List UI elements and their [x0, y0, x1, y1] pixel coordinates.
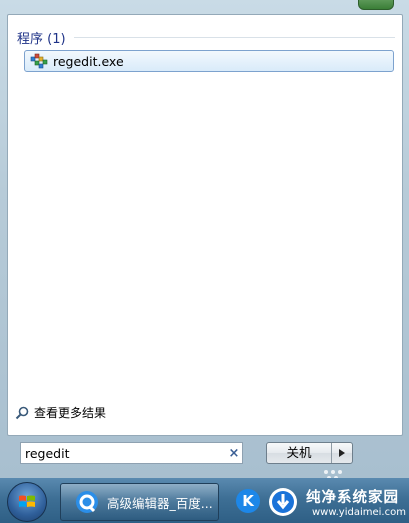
site-watermark: 纯净系统家园 www.yidaimei.com — [264, 480, 409, 522]
taskbar-item-label: 高级编辑器_百度... — [107, 495, 213, 511]
watermark-logo-icon — [269, 488, 297, 516]
group-divider — [73, 36, 395, 38]
tray-corner-icon — [358, 0, 394, 10]
results-group-header: 程序 (1) — [17, 27, 395, 47]
see-more-label: 查看更多结果 — [34, 406, 107, 420]
shutdown-options-arrow-icon[interactable] — [331, 443, 352, 463]
taskbar-item-browser[interactable]: 高级编辑器_百度... — [60, 483, 219, 521]
browser-icon — [75, 490, 99, 514]
regedit-icon — [30, 53, 48, 69]
windows-logo-icon — [19, 495, 35, 507]
results-group-title: 程序 (1) — [17, 31, 66, 47]
shutdown-button-group: 关机 — [266, 442, 353, 464]
see-more-results-link[interactable]: 查看更多结果 — [15, 404, 106, 421]
search-box[interactable]: × — [20, 442, 243, 464]
result-item-regedit[interactable]: regedit.exe — [24, 50, 394, 72]
start-button[interactable] — [7, 482, 47, 522]
shutdown-button[interactable]: 关机 — [267, 443, 331, 463]
search-results-panel: 程序 (1) regedit.exe — [7, 14, 403, 436]
start-menu: 程序 (1) regedit.exe 查看更多结果 regedit × 关机 — [0, 0, 409, 480]
clear-search-icon[interactable]: × — [226, 446, 242, 461]
k-app-icon[interactable]: K — [236, 489, 260, 513]
watermark-subtitle: www.yidaimei.com — [312, 507, 406, 518]
watermark-title: 纯净系统家园 — [306, 490, 399, 506]
search-icon — [15, 406, 29, 420]
search-input[interactable] — [21, 444, 226, 462]
taskbar: 高级编辑器_百度... K 纯净系统家园 www.yidaimei.com — [0, 478, 409, 523]
result-item-label: regedit.exe — [53, 53, 124, 69]
